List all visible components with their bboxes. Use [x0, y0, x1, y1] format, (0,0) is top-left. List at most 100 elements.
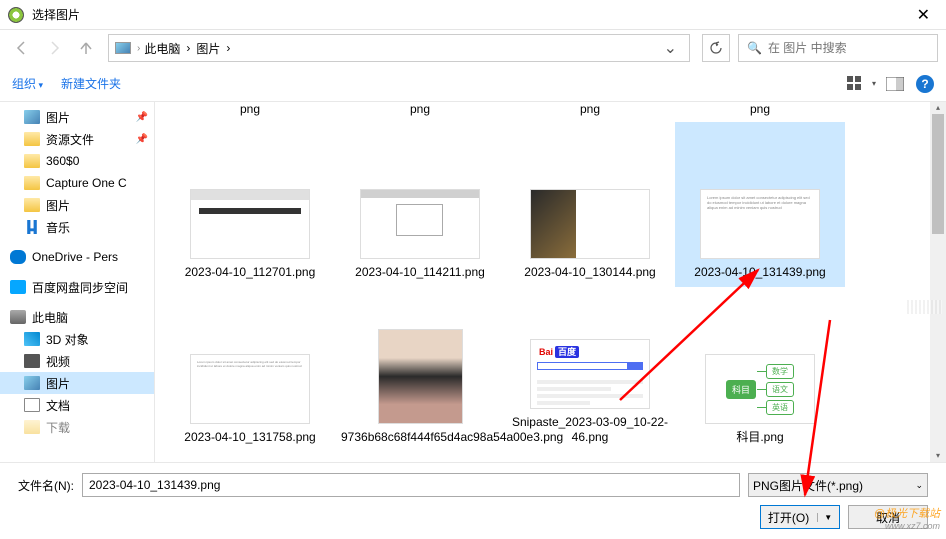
window-title: 选择图片	[32, 6, 909, 23]
sidebar-item-label: 音乐	[46, 219, 70, 236]
arrow-up-icon	[78, 40, 94, 56]
file-item-7[interactable]: 科目数学语文英语科目.png	[675, 287, 845, 452]
close-button[interactable]: ✕	[909, 1, 938, 29]
sidebar-item-label: 图片	[46, 109, 70, 126]
preview-pane-button[interactable]	[886, 77, 904, 91]
refresh-button[interactable]	[702, 34, 730, 62]
forward-button[interactable]	[40, 34, 68, 62]
up-button[interactable]	[72, 34, 100, 62]
sidebar-item-label: 视频	[46, 353, 70, 370]
sidebar-item-label: 图片	[46, 375, 70, 392]
cloud-icon	[10, 250, 26, 264]
file-label: 2023-04-10_112701.png	[171, 265, 329, 281]
address-bar[interactable]: › 此电脑 › 图片 › ⌄	[108, 34, 690, 62]
new-folder-button[interactable]: 新建文件夹	[61, 75, 121, 92]
sidebar-item-7[interactable]: 百度网盘同步空间	[0, 276, 154, 298]
file-item-5[interactable]: 9736b68c68f444f65d4ac98a54a00e3.png	[335, 287, 505, 452]
mindmap-root: 科目	[726, 380, 756, 399]
filename-input[interactable]	[82, 473, 740, 497]
file-thumbnail	[378, 329, 463, 424]
vertical-scrollbar[interactable]: ▴ ▾	[930, 102, 946, 462]
search-input[interactable]	[768, 41, 929, 55]
file-item-0[interactable]: 2023-04-10_112701.png	[165, 122, 335, 287]
scroll-up-icon[interactable]: ▴	[930, 102, 946, 114]
doc-icon	[24, 398, 40, 412]
sidebar-item-label: OneDrive - Pers	[32, 250, 118, 264]
mindmap-child: 数学	[766, 364, 794, 379]
file-thumbnail	[360, 189, 480, 259]
sidebar-item-label: 资源文件	[46, 131, 94, 148]
breadcrumb-item[interactable]: 此电脑	[144, 40, 180, 57]
file-label: 科目.png	[681, 430, 839, 446]
view-mode-button[interactable]: ▾	[847, 76, 876, 92]
scroll-down-icon[interactable]: ▾	[930, 450, 946, 462]
file-item-6[interactable]: Bai百度Snipaste_2023-03-09_10-22-46.png	[505, 287, 675, 452]
mindmap-child: 语文	[766, 382, 794, 397]
address-dropdown[interactable]: ⌄	[658, 38, 683, 58]
sidebar-item-label: 文档	[46, 397, 70, 414]
file-item-4[interactable]: Lorem ipsum dolor sit amet consectetur a…	[165, 287, 335, 452]
file-label: 2023-04-10_131758.png	[171, 430, 329, 446]
file-label-partial: png	[335, 102, 505, 122]
file-item-2[interactable]: 2023-04-10_130144.png	[505, 122, 675, 287]
open-dropdown-icon[interactable]: ▼	[817, 513, 832, 522]
pin-icon: 📌	[136, 134, 148, 145]
watermark-sub: www.xz7.com	[874, 521, 940, 531]
breadcrumb-item[interactable]: 图片	[196, 40, 220, 57]
sidebar-item-4[interactable]: 图片	[0, 194, 154, 216]
search-icon: 🔍	[747, 41, 762, 55]
pic-icon	[24, 110, 40, 124]
sidebar-item-label: 下载	[46, 419, 70, 436]
sidebar-item-label: 此电脑	[32, 309, 68, 326]
sidebar-item-6[interactable]: OneDrive - Pers	[0, 246, 154, 268]
organize-menu[interactable]: 组织	[12, 75, 43, 92]
folder-icon	[24, 132, 40, 146]
back-button[interactable]	[8, 34, 36, 62]
help-button[interactable]: ?	[916, 75, 934, 93]
sidebar-item-2[interactable]: 360$0	[0, 150, 154, 172]
folder-icon	[24, 198, 40, 212]
filetype-select[interactable]: PNG图片文件(*.png) ⌄	[748, 473, 928, 497]
sidebar-item-8[interactable]: 此电脑	[0, 306, 154, 328]
chevron-right-icon: ›	[226, 41, 230, 55]
sidebar-item-12[interactable]: 文档	[0, 394, 154, 416]
sidebar-item-11[interactable]: 图片	[0, 372, 154, 394]
toolbar: 组织 新建文件夹 ▾ ?	[0, 66, 946, 102]
folder-icon	[24, 176, 40, 190]
search-box[interactable]: 🔍	[738, 34, 938, 62]
sidebar-item-3[interactable]: Capture One C	[0, 172, 154, 194]
sidebar-item-9[interactable]: 3D 对象	[0, 328, 154, 350]
navbar: › 此电脑 › 图片 › ⌄ 🔍	[0, 30, 946, 66]
d3-icon	[24, 332, 40, 346]
open-button[interactable]: 打开(O) ▼	[760, 505, 840, 529]
file-grid: pngpngpngpng 2023-04-10_112701.png2023-0…	[155, 102, 946, 462]
preview-icon	[886, 77, 904, 91]
file-thumbnail: 科目数学语文英语	[705, 354, 815, 424]
video-icon	[24, 354, 40, 368]
watermark: @极光下载站 www.xz7.com	[874, 505, 940, 531]
open-button-label: 打开(O)	[768, 509, 809, 526]
breadcrumb: 此电脑 › 图片 ›	[144, 40, 230, 57]
file-label: 2023-04-10_131439.png	[681, 265, 839, 281]
app-icon	[8, 7, 24, 23]
file-label-partial: png	[165, 102, 335, 122]
file-label: 2023-04-10_114211.png	[341, 265, 499, 281]
file-label: 2023-04-10_130144.png	[511, 265, 669, 281]
file-item-1[interactable]: 2023-04-10_114211.png	[335, 122, 505, 287]
footer: 文件名(N): PNG图片文件(*.png) ⌄ 打开(O) ▼ 取消	[0, 462, 946, 539]
scrollbar-thumb[interactable]	[932, 114, 944, 234]
location-icon	[115, 42, 131, 54]
sidebar-item-5[interactable]: 音乐	[0, 216, 154, 238]
sidebar-item-13[interactable]: 下载	[0, 416, 154, 438]
sidebar-item-10[interactable]: 视频	[0, 350, 154, 372]
pc-icon	[10, 310, 26, 324]
sidebar-item-1[interactable]: 资源文件 📌	[0, 128, 154, 150]
file-label-partial: png	[505, 102, 675, 122]
file-label: Snipaste_2023-03-09_10-22-46.png	[511, 415, 669, 446]
sidebar-item-label: 百度网盘同步空间	[32, 279, 128, 296]
filename-label: 文件名(N):	[18, 477, 74, 494]
sidebar-item-0[interactable]: 图片📌	[0, 106, 154, 128]
chevron-right-icon: ›	[137, 43, 140, 54]
chevron-right-icon: ›	[186, 41, 190, 55]
file-item-3[interactable]: Lorem ipsum dolor sit amet consectetur a…	[675, 122, 845, 287]
